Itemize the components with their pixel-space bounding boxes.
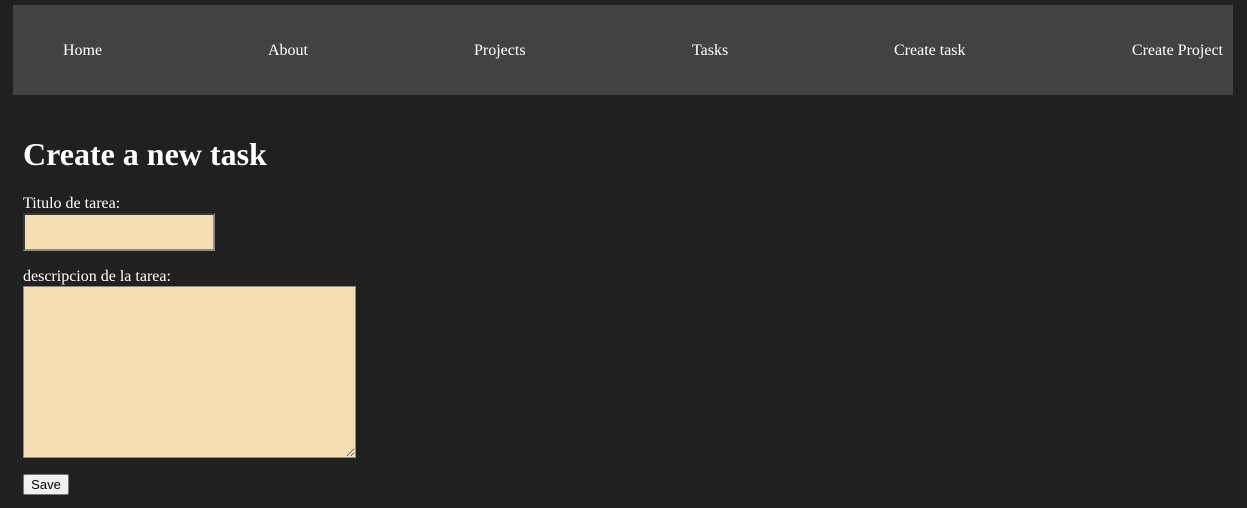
nav-link-tasks[interactable]: Tasks [692,42,728,60]
nav-link-home[interactable]: Home [63,42,102,60]
task-description-label: descripcion de la tarea: [23,268,171,285]
task-title-label: Titulo de tarea: [23,195,121,212]
task-description-textarea[interactable] [23,286,356,458]
task-title-input[interactable] [23,213,215,251]
save-button[interactable]: Save [23,474,69,495]
nav-link-create-project[interactable]: Create Project [1132,42,1223,60]
nav-link-projects[interactable]: Projects [474,42,526,60]
nav-link-about[interactable]: About [268,42,308,60]
nav-link-create-task[interactable]: Create task [894,42,966,60]
main-content: Create a new task Titulo de tarea: descr… [23,133,356,495]
top-navbar: Home About Projects Tasks Create task Cr… [13,5,1233,95]
page-title: Create a new task [23,136,267,172]
